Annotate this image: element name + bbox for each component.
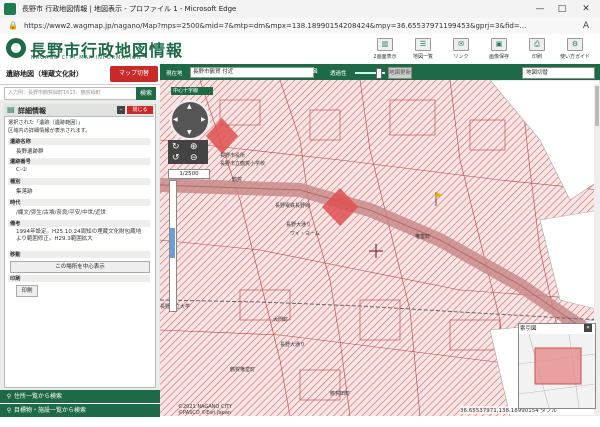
minimize-button[interactable]: — [530,2,550,16]
zoom-in-icon[interactable]: ⊕ [190,142,198,152]
overview-title: 索引図 [520,326,537,332]
window-title-bar: 長野市 行政地図情報 | 地図表示 - プロファイル 1 - Microsoft… [0,0,600,19]
field-value-site-name: 長野遺跡群 [16,149,44,155]
split-screen-icon: ▥ [377,38,393,51]
map-label: 長野大通り [286,222,312,228]
guide-button[interactable]: ⚙ 使い方ガイド [556,36,594,62]
map-switch-button[interactable]: マップ切替 [110,66,158,82]
map-label: 長野市立鶴賀小学校 [220,161,266,167]
field-label-site-number: 遺跡番号 [8,158,150,165]
map-label: 長野市役所 [220,153,246,159]
detail-intro-line2: 区域内の詳細情報が表示されます。 [8,128,91,134]
center-here-button[interactable]: この場所を中心表示 [10,261,150,273]
map-label: 鶴賀 [232,177,243,183]
zoom-out-icon[interactable]: ⊖ [190,153,198,163]
current-location-field[interactable]: 長野市鶴賀 付近 [190,67,314,78]
map-list-button[interactable]: ☰ 地図一覧 [404,36,442,62]
pan-down-icon[interactable]: ▼ [187,129,192,136]
field-value-notes: 1994年設定。H25.10.24周知の埋蔵文化財包蔵地より範囲修正。H29.3… [16,229,142,242]
detail-intro-line1: 選択された「遺跡（遺跡範囲）」 [8,120,84,126]
field-value-era: /縄文/弥生/古墳/奈良/平安/中世/近世 [16,210,106,216]
map-label: ワイ・ヨーム [290,231,320,237]
address-list-search-button[interactable]: ⚲ 住所一覧から検索 [0,390,160,403]
map-label: 長野大通り [280,342,306,348]
pan-left-icon[interactable]: ◀ [173,116,178,123]
field-label-site-name: 遺跡名称 [8,138,150,145]
print-button[interactable]: 印刷 [16,285,38,297]
overview-close-button[interactable]: ✕ [584,324,592,332]
app-icon [4,3,16,15]
field-label-notes: 備考 [8,220,150,227]
search-icon: ⚲ [6,393,12,400]
clear-icon[interactable]: ⊠ [312,67,321,76]
detail-panel-title: 詳細情報 [18,107,46,115]
search-icon: ⚲ [6,407,12,414]
image-save-button[interactable]: ▣ 画像保存 [480,36,518,62]
split-screen-button[interactable]: ▥ 2画面表示 [366,36,404,62]
maximize-button[interactable]: □ [552,2,572,16]
facility-list-search-button[interactable]: ⚲ 目標物・施設一覧から検索 [0,404,160,417]
lock-icon: 🔒 [8,21,18,30]
close-window-button[interactable]: ✕ [576,2,596,16]
city-logo-icon [6,38,26,58]
pan-control[interactable]: ▲ ▼ ◀ ▶ [170,100,210,140]
address-search-input[interactable]: 入力例：長野市鶴賀緑町1613、鶴賀緑町 [4,87,139,100]
refresh-icon[interactable]: ↻ [172,142,180,152]
scale-indicator: 1/2500 [168,169,210,179]
print-section-label: 印刷 [8,275,150,282]
map-list-icon: ☰ [415,38,431,51]
link-icon: ✉ [453,38,469,51]
field-label-era: 時代 [8,199,150,206]
window-title: 長野市 行政地図情報 | 地図表示 - プロファイル 1 - Microsoft… [22,5,237,13]
map-label: 権堂町 [415,234,431,240]
url-text[interactable]: https://www2.wagmap.jp/nagano/Map?mps=25… [24,22,526,30]
image-save-icon: ▣ [491,38,507,51]
field-value-type: 集落跡 [16,189,33,195]
print-header-button[interactable]: ⎙ 印刷 [518,36,556,62]
site-subtitle: NAGANO CITY MAP INFORMATION [31,55,142,61]
field-label-type: 種別 [8,178,150,185]
detail-minimize-button[interactable]: – [117,106,125,114]
browser-address-bar[interactable]: 🔒 https://www2.wagmap.jp/nagano/Map?mps=… [0,18,600,35]
map-label: 大門町 [273,317,289,323]
field-value-site-number: C-② [16,167,27,173]
overview-graphic [519,333,595,408]
search-button[interactable]: 検索 [136,87,156,100]
map-label: 鶴賀権堂町 [230,367,256,373]
center-crosshair-toggle[interactable]: 中心十字線 [171,87,213,95]
map-type-title: 遺跡地図（埋蔵文化財） [6,70,83,78]
info-icon: ▤ [7,105,15,114]
pan-up-icon[interactable]: ▲ [187,103,192,110]
overview-map[interactable] [518,323,596,409]
print-icon: ⎙ [529,38,545,51]
detail-close-button[interactable]: 閉じる [127,106,153,114]
zoom-tools[interactable]: ↻ ⊕ ↺ ⊖ [168,140,208,164]
base-map-select[interactable]: 地図切替 [522,67,595,79]
map-scrollbar-thumb[interactable] [595,86,599,126]
move-section-label: 移動 [8,251,150,258]
map-copyright: ©2021 NAGANO CITY ©PASCO ©Esri Japan [178,404,233,416]
map-label: 鶴賀田町 [330,391,351,397]
read-aloud-icon[interactable]: A [580,20,592,32]
pan-right-icon[interactable]: ▶ [201,116,206,123]
zoom-slider-handle[interactable] [170,228,175,258]
opacity-slider-handle[interactable] [376,68,382,79]
map-refresh-button[interactable]: 地図更新 [388,67,412,79]
opacity-label: 透過性 [330,71,347,77]
history-icon[interactable]: ↺ [172,153,180,163]
guide-icon: ⚙ [567,38,583,51]
current-location-label: 現在地 [166,71,183,77]
link-button[interactable]: ✉ リンク [442,36,480,62]
map-label: 長野電鉄長野線 [275,203,311,209]
